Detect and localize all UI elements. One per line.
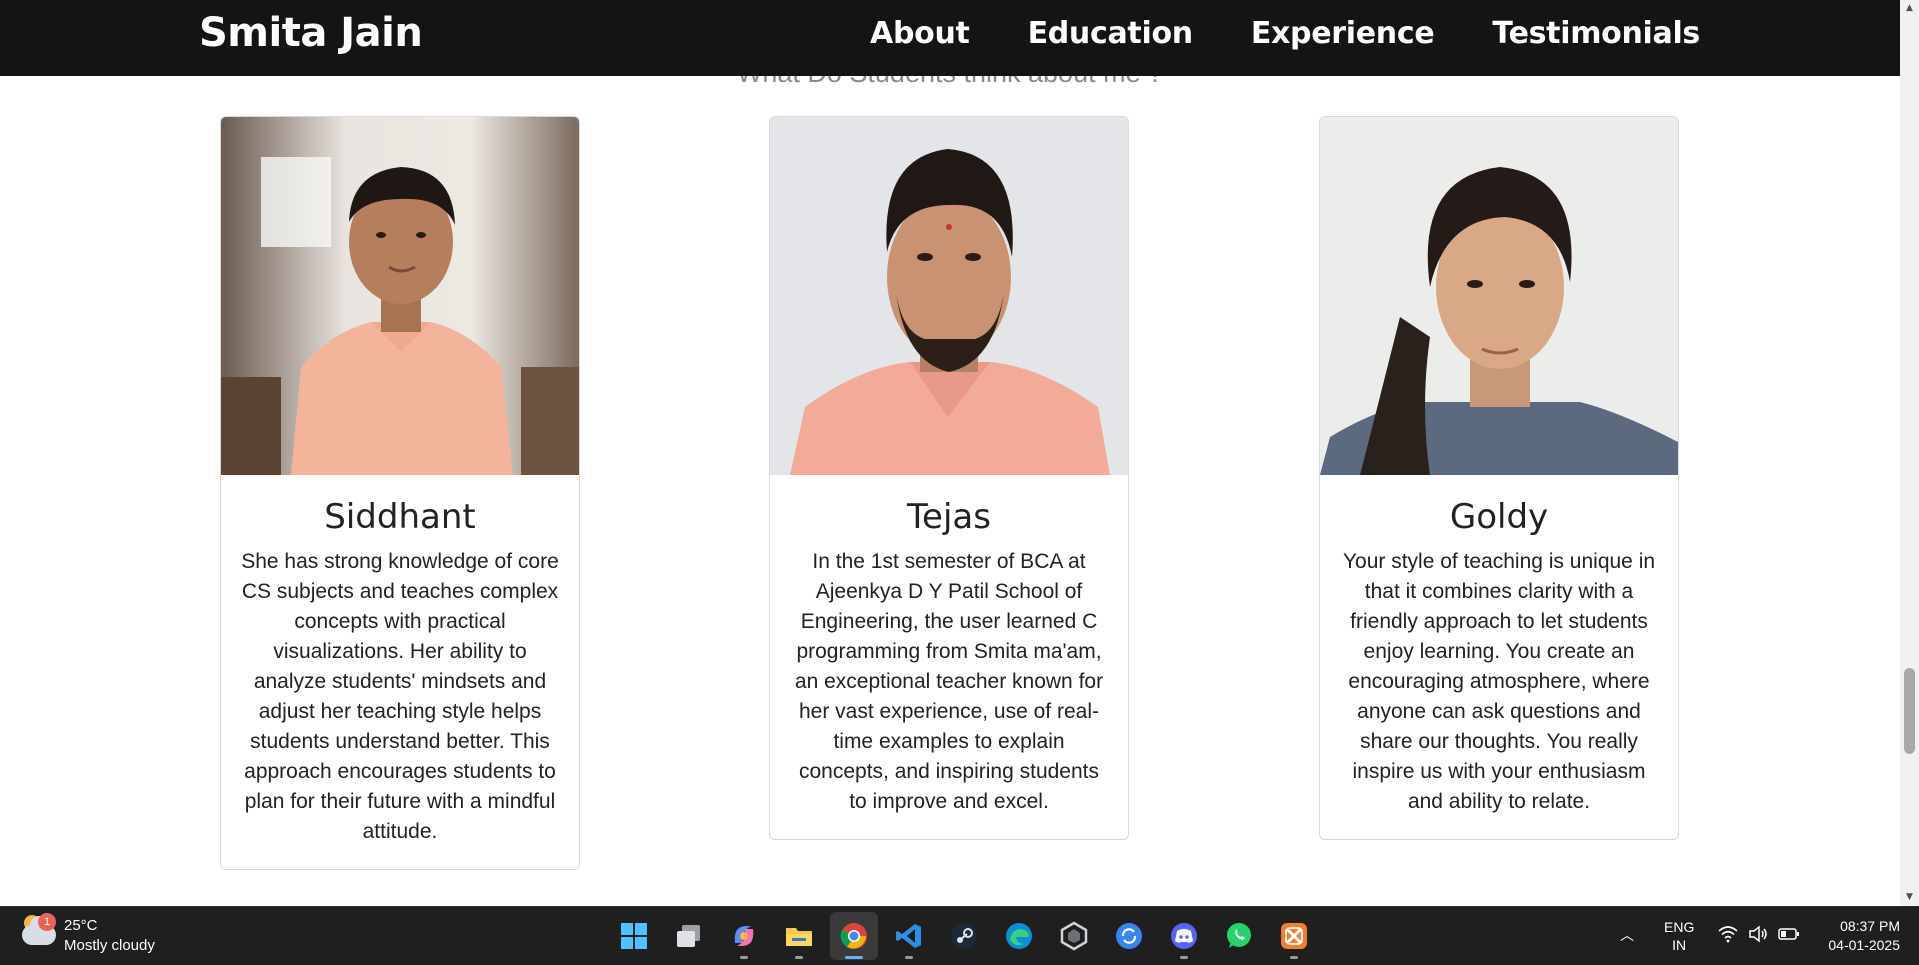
testimonial-card: Goldy Your style of teaching is unique i… [1319, 116, 1679, 840]
language-code: ENG [1664, 919, 1695, 935]
region-code: IN [1672, 937, 1687, 953]
file-explorer-button[interactable] [775, 912, 823, 960]
volume-icon [1749, 925, 1767, 943]
brand-logo[interactable]: Smita Jain [199, 10, 423, 56]
testimonial-text: She has strong knowledge of core CS subj… [241, 550, 559, 843]
vscode-icon [896, 924, 921, 948]
discord-button[interactable] [1160, 912, 1208, 960]
taskbar-apps [610, 912, 1318, 960]
unity-icon [1060, 921, 1088, 951]
copilot-button[interactable] [720, 912, 768, 960]
whatsapp-button[interactable] [1215, 912, 1263, 960]
file-explorer-icon [786, 928, 812, 946]
scroll-up-arrow-icon[interactable]: ▲ [1900, 0, 1919, 17]
task-view-icon [677, 925, 700, 947]
system-clock[interactable]: 08:37 PM 04-01-2025 [1808, 917, 1900, 955]
chrome-icon [840, 923, 867, 949]
steam-button[interactable] [940, 912, 988, 960]
nav-links: About Education Experience Testimonials [870, 16, 1700, 51]
clock-date: 04-01-2025 [1828, 937, 1900, 953]
sync-icon [1116, 923, 1142, 949]
weather-temperature: 25°C [64, 917, 98, 934]
nav-link-education[interactable]: Education [1028, 16, 1194, 51]
student-photo [221, 117, 579, 475]
clock-time: 08:37 PM [1840, 918, 1900, 934]
testimonial-text: Your style of teaching is unique in that… [1342, 550, 1656, 813]
student-name: Goldy [1449, 497, 1549, 537]
nav-link-experience[interactable]: Experience [1251, 16, 1435, 51]
testimonial-card: Tejas In the 1st semester of BCA at Ajee… [769, 116, 1129, 840]
unity-button[interactable] [1050, 912, 1098, 960]
taskbar: 1 25°C Mostly cloudy ︿ ENG IN 08:37 PM 0… [0, 906, 1919, 965]
student-name: Tejas [907, 497, 991, 537]
show-hidden-icons-chevron-icon[interactable]: ︿ [1620, 925, 1634, 945]
xampp-button[interactable] [1270, 912, 1318, 960]
wifi-icon [1718, 926, 1738, 943]
battery-icon [1778, 928, 1799, 940]
scroll-down-arrow-icon[interactable]: ▼ [1900, 889, 1919, 906]
student-name: Siddhant [324, 497, 476, 537]
weather-description: Mostly cloudy [64, 937, 155, 954]
card-body: Goldy Your style of teaching is unique i… [1320, 475, 1678, 839]
navbar: Smita Jain About Education Experience Te… [0, 0, 1900, 76]
nav-link-testimonials[interactable]: Testimonials [1492, 16, 1700, 51]
vscode-button[interactable] [885, 912, 933, 960]
task-view-button[interactable] [665, 912, 713, 960]
copilot-icon [734, 926, 754, 946]
edge-icon [1006, 923, 1032, 949]
nav-link-about[interactable]: About [870, 16, 970, 51]
whatsapp-icon [1227, 923, 1251, 948]
language-indicator[interactable]: ENG IN [1664, 918, 1694, 954]
student-photo [770, 117, 1128, 475]
discord-icon [1171, 923, 1197, 949]
edge-button[interactable] [995, 912, 1043, 960]
chrome-button[interactable] [830, 912, 878, 960]
testimonial-text: In the 1st semester of BCA at Ajeenkya D… [794, 550, 1104, 813]
card-body: Siddhant She has strong knowledge of cor… [221, 475, 579, 869]
browser-viewport: Smita Jain About Education Experience Te… [0, 0, 1900, 906]
notification-badge: 1 [38, 913, 56, 931]
start-icon [621, 923, 647, 949]
testimonial-card: Siddhant She has strong knowledge of cor… [220, 116, 580, 870]
steam-icon [951, 923, 977, 949]
system-tray-icons[interactable] [1718, 925, 1800, 943]
student-photo [1320, 117, 1678, 475]
page-scrollbar[interactable]: ▲ ▼ [1900, 0, 1919, 906]
weather-widget[interactable]: 1 25°C Mostly cloudy [20, 913, 180, 959]
xampp-icon [1281, 923, 1307, 949]
sync-app-button[interactable] [1105, 912, 1153, 960]
start-button[interactable] [610, 912, 658, 960]
scroll-thumb[interactable] [1904, 668, 1915, 754]
card-body: Tejas In the 1st semester of BCA at Ajee… [770, 475, 1128, 839]
